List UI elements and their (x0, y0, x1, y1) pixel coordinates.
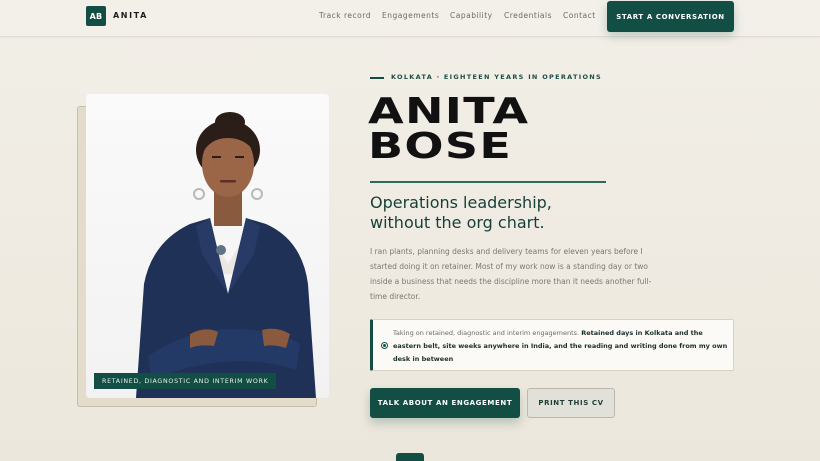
tagline-line-2: without the org chart. (370, 213, 545, 232)
portrait-photo (86, 94, 329, 398)
nav-item-capability[interactable]: Capability (450, 11, 493, 20)
note-intro: Taking on retained, diagnostic and inter… (393, 329, 580, 337)
bio-line-2: started doing it on retainer. Most of my… (370, 262, 648, 271)
scroll-indicator[interactable] (396, 453, 424, 461)
bio-line-3: inside a business that needs the discipl… (370, 277, 652, 286)
talk-about-engagement-button[interactable]: TALK ABOUT AN ENGAGEMENT (370, 388, 520, 418)
note-bold-3: desk in between (393, 355, 454, 363)
start-conversation-button[interactable]: START A CONVERSATION (607, 1, 734, 32)
site-header: AB ANITA Track record Engagements Capabi… (0, 0, 820, 37)
name-divider (370, 181, 606, 183)
hero-name-line-2: BOSE (368, 126, 513, 167)
bio-line-4: time director. (370, 292, 421, 301)
hero-tagline: Operations leadership, without the org c… (370, 193, 670, 233)
page: AB ANITA Track record Engagements Capabi… (0, 0, 820, 461)
eyebrow-rule (370, 77, 384, 79)
nav-item-contact[interactable]: Contact (563, 11, 596, 20)
tagline-line-1: Operations leadership, (370, 193, 552, 212)
status-dot-icon (381, 342, 388, 349)
hero-bio: I ran plants, planning desks and deliver… (370, 244, 680, 304)
bio-line-1: I ran plants, planning desks and deliver… (370, 247, 643, 256)
availability-note: Taking on retained, diagnostic and inter… (370, 319, 734, 371)
nav-item-credentials[interactable]: Credentials (504, 11, 552, 20)
hero-name-line-1: ANITA (368, 91, 530, 132)
nav-item-track-record[interactable]: Track record (319, 11, 371, 20)
availability-text: Taking on retained, diagnostic and inter… (393, 327, 729, 366)
photo-caption: RETAINED, DIAGNOSTIC AND INTERIM WORK (94, 373, 277, 389)
hero-name: ANITA BOSE (368, 91, 530, 167)
nav-item-engagements[interactable]: Engagements (382, 11, 439, 20)
eyebrow-label: KOLKATA · EIGHTEEN YEARS IN OPERATIONS (391, 73, 602, 81)
note-bold-1: Retained days in Kolkata and the (581, 329, 703, 337)
note-bold-2: eastern belt, site weeks anywhere in Ind… (393, 342, 728, 350)
print-cv-button[interactable]: PRINT THIS CV (527, 388, 615, 418)
portrait-illustration (136, 112, 316, 398)
